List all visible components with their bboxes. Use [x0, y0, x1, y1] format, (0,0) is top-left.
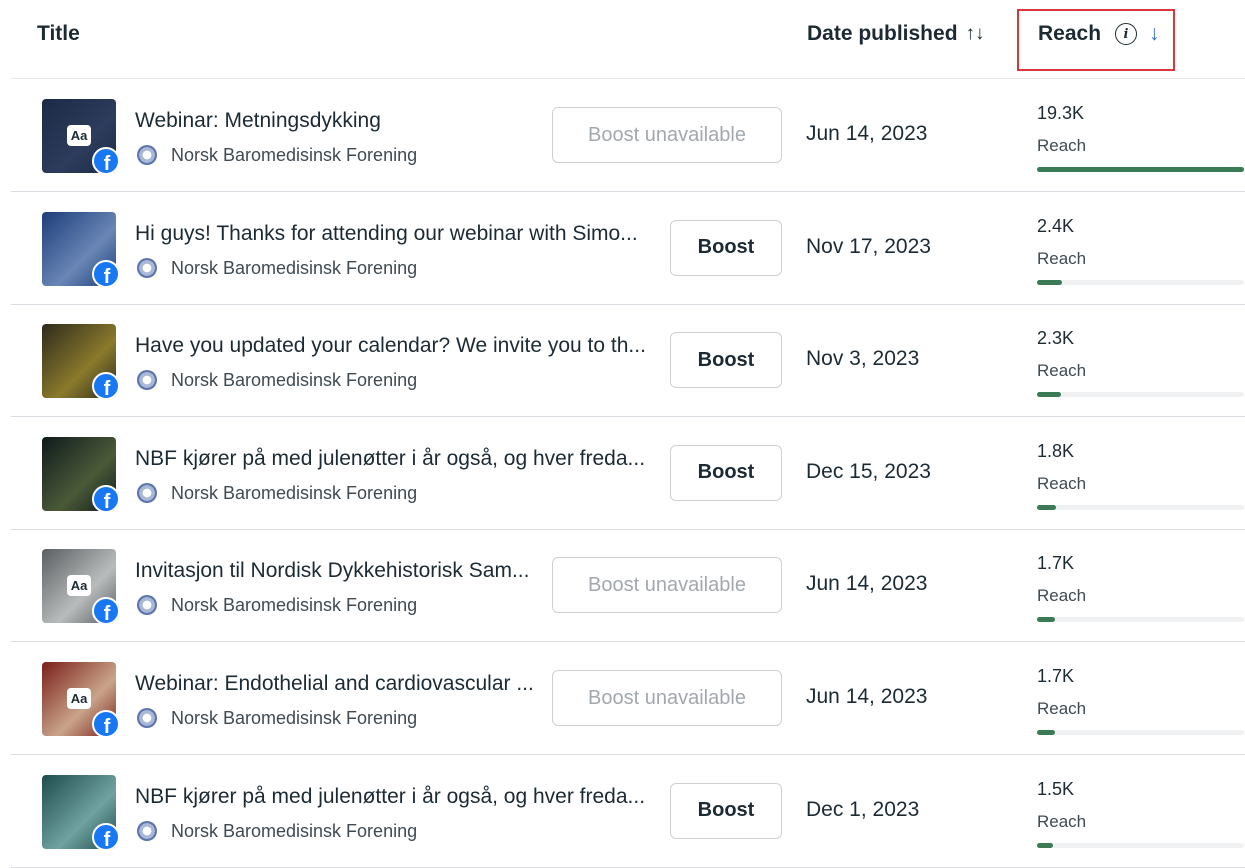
info-icon[interactable]: i [1115, 23, 1138, 45]
page-name: Norsk Baromedisinsk Forening [171, 820, 418, 841]
reach-progress-bar [1037, 842, 1244, 848]
date-published: Dec 15, 2023 [806, 459, 931, 483]
table-row[interactable]: Aa f Invitasjon til Nordisk Dykkehistorisk… [11, 529, 1245, 643]
page-avatar [137, 708, 157, 728]
reach-value: 2.3K [1037, 328, 1075, 349]
boost-unavailable-button: Boost unavailable [552, 670, 782, 726]
post-title[interactable]: Invitasjon til Nordisk Dykkehistorisk Sa… [135, 559, 529, 583]
posts-table: Title Date published ↑↓ Reach i ↓ Aa f Web… [0, 0, 1245, 868]
table-row[interactable]: Aa f Webinar: Metningsdykking Norsk Baromed… [11, 79, 1245, 192]
facebook-icon: f [92, 484, 120, 513]
reach-value: 1.8K [1037, 440, 1075, 461]
post-title[interactable]: NBF kjører på med julenøtter i år også, … [135, 785, 645, 809]
reach-value: 1.5K [1037, 778, 1075, 799]
boost-button[interactable]: Boost [670, 332, 782, 389]
reach-label: Reach [1037, 473, 1087, 493]
page-name: Norsk Baromedisinsk Forening [171, 370, 418, 391]
column-header-reach[interactable]: Reach i ↓ [1038, 22, 1160, 46]
column-header-reach-label: Reach [1038, 22, 1102, 45]
column-header-title: Title [37, 22, 80, 45]
reach-value: 1.7K [1037, 666, 1075, 686]
reach-progress-fill [1037, 730, 1056, 735]
post-title[interactable]: Hi guys! Thanks for attending our webina… [135, 222, 638, 246]
sort-descending-icon[interactable]: ↓ [1149, 22, 1160, 46]
table-row[interactable]: f NBF kjører på med julenøtter i år også,… [11, 755, 1245, 868]
reach-progress-fill [1037, 617, 1056, 623]
reach-label: Reach [1037, 248, 1087, 268]
page-name: Norsk Baromedisinsk Forening [171, 708, 418, 728]
reach-label: Reach [1037, 361, 1087, 381]
reach-progress-bar [1037, 504, 1244, 510]
facebook-icon: f [92, 372, 120, 401]
reach-progress-fill [1037, 279, 1062, 285]
date-published: Dec 1, 2023 [806, 797, 920, 821]
text-post-badge: Aa [67, 688, 91, 709]
page-avatar [137, 257, 157, 278]
date-published: Jun 14, 2023 [806, 685, 928, 708]
table-row[interactable]: f NBF kjører på med julenøtter i år også,… [11, 417, 1245, 530]
reach-progress-fill [1037, 392, 1061, 398]
facebook-icon: f [92, 822, 120, 851]
reach-progress-fill [1037, 842, 1054, 848]
page-avatar [137, 595, 157, 616]
facebook-icon: f [92, 147, 120, 175]
table-row[interactable]: f Hi guys! Thanks for attending our webin… [11, 192, 1245, 305]
page-name: Norsk Baromedisinsk Forening [171, 595, 418, 616]
reach-progress-bar [1037, 279, 1244, 285]
reach-value: 19.3K [1037, 103, 1085, 123]
table-header: Title Date published ↑↓ Reach i ↓ [11, 0, 1245, 79]
post-title[interactable]: Webinar: Endothelial and cardiovascular … [135, 672, 534, 696]
facebook-icon: f [92, 597, 120, 626]
reach-label: Reach [1037, 136, 1087, 155]
boost-unavailable-button: Boost unavailable [552, 107, 782, 163]
reach-progress-bar [1037, 392, 1244, 398]
facebook-icon: f [92, 259, 120, 288]
reach-progress-fill [1037, 504, 1057, 510]
date-published: Nov 3, 2023 [806, 347, 920, 371]
reach-value: 2.4K [1037, 215, 1075, 236]
page-avatar [137, 145, 157, 165]
column-header-date-label: Date published [807, 22, 958, 45]
text-post-badge: Aa [67, 125, 91, 146]
reach-label: Reach [1037, 699, 1087, 718]
text-post-badge: Aa [67, 575, 91, 597]
page-name: Norsk Baromedisinsk Forening [171, 257, 418, 278]
page-name: Norsk Baromedisinsk Forening [171, 482, 418, 503]
page-avatar [137, 820, 157, 841]
page-name: Norsk Baromedisinsk Forening [171, 145, 418, 165]
page-avatar [137, 370, 157, 391]
page-avatar [137, 482, 157, 503]
post-title[interactable]: Have you updated your calendar? We invit… [135, 334, 646, 358]
boost-button[interactable]: Boost [670, 444, 782, 501]
date-published: Nov 17, 2023 [806, 234, 931, 258]
date-published: Jun 14, 2023 [806, 572, 928, 596]
reach-progress-bar [1037, 617, 1244, 623]
reach-label: Reach [1037, 811, 1087, 831]
boost-button[interactable]: Boost [670, 782, 782, 839]
reach-progress-bar [1037, 167, 1244, 172]
boost-unavailable-button: Boost unavailable [552, 557, 782, 614]
facebook-icon: f [92, 710, 120, 738]
reach-label: Reach [1037, 586, 1087, 606]
reach-progress-bar [1037, 730, 1244, 735]
reach-value: 1.7K [1037, 553, 1075, 574]
table-row[interactable]: Aa f Webinar: Endothelial and cardiovascul… [11, 642, 1245, 755]
date-published: Jun 14, 2023 [806, 122, 928, 145]
sort-arrows-icon[interactable]: ↑↓ [966, 23, 985, 45]
post-title[interactable]: NBF kjører på med julenøtter i år også, … [135, 447, 645, 471]
post-title[interactable]: Webinar: Metningsdykking [135, 109, 381, 133]
boost-button[interactable]: Boost [670, 219, 782, 276]
table-row[interactable]: f Have you updated your calendar? We invi… [11, 304, 1245, 418]
column-header-date-published[interactable]: Date published ↑↓ [807, 22, 985, 46]
reach-progress-fill [1037, 167, 1244, 172]
